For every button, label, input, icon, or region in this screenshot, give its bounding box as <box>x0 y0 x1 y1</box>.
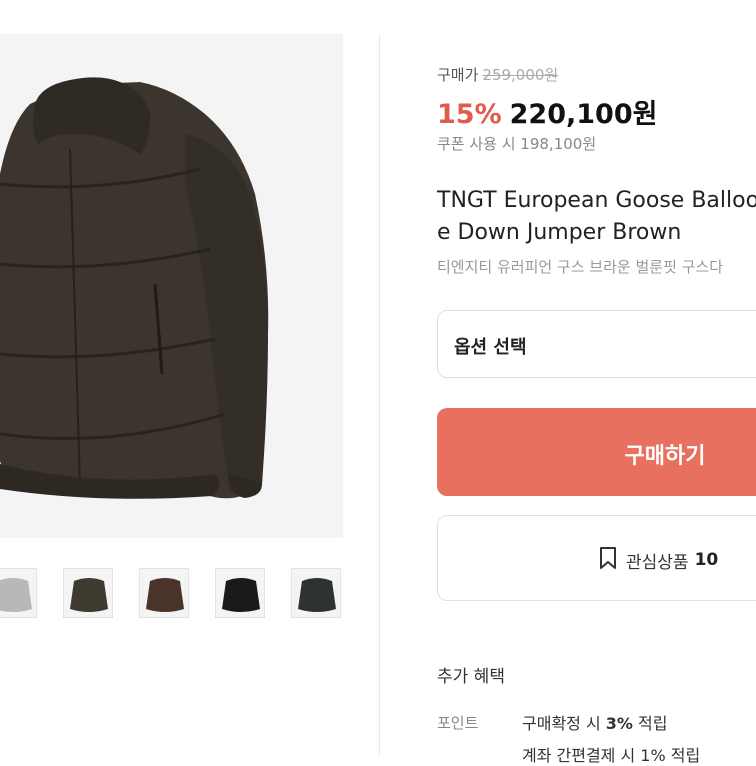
coupon-price: 쿠폰 사용 시 198,100원 <box>437 135 597 153</box>
jacket-image <box>0 77 269 499</box>
discount-rate: 15% <box>437 99 502 130</box>
wishlist-count: 10 <box>694 550 719 570</box>
product-title: TNGT European Goose Balloo e Down Jumper… <box>437 185 756 249</box>
final-price: 220,100원 <box>509 99 658 130</box>
wishlist-button[interactable]: 관심상품 10 <box>437 515 756 601</box>
benefits-title: 추가 혜택 <box>437 667 505 687</box>
option-select-label: 옵션 선택 <box>454 337 527 358</box>
product-title-line1: TNGT European Goose Balloo <box>437 188 756 213</box>
point-suffix: 적립 <box>638 714 668 733</box>
product-main-image[interactable] <box>0 34 343 538</box>
product-subtitle: 티엔지티 유러피언 구스 브라운 벌룬핏 구스다 <box>437 258 724 276</box>
vertical-divider <box>379 34 380 756</box>
point-label: 포인트 <box>437 714 479 732</box>
buy-button-label: 구매하기 <box>624 444 706 469</box>
thumbnail-charcoal[interactable] <box>291 568 341 618</box>
point-text: 구매확정 시 3% 적립 <box>522 710 668 734</box>
option-select[interactable]: 옵션 선택 <box>437 310 756 378</box>
thumbnail-olive-brown[interactable] <box>63 568 113 618</box>
wishlist-label: 관심상품 <box>626 552 689 573</box>
price-label: 구매가 <box>437 66 479 84</box>
product-title-line2: e Down Jumper Brown <box>437 220 682 245</box>
thumbnail-light-gray[interactable] <box>0 568 37 618</box>
bookmark-icon <box>598 546 618 574</box>
original-price: 259,000원 <box>482 66 559 84</box>
price-row: 15% 220,100원 <box>437 92 657 131</box>
point-prefix: 구매확정 시 <box>522 714 601 733</box>
price-label-row: 구매가 259,000원 <box>437 64 558 85</box>
thumbnail-brown[interactable] <box>139 568 189 618</box>
buy-button[interactable]: 구매하기 <box>437 408 756 496</box>
thumbnail-black[interactable] <box>215 568 265 618</box>
extra-benefit-text: 계좌 간편결제 시 1% 적립 <box>522 746 701 765</box>
point-rate: 3% <box>605 714 633 733</box>
thumbnail-strip <box>0 568 345 620</box>
